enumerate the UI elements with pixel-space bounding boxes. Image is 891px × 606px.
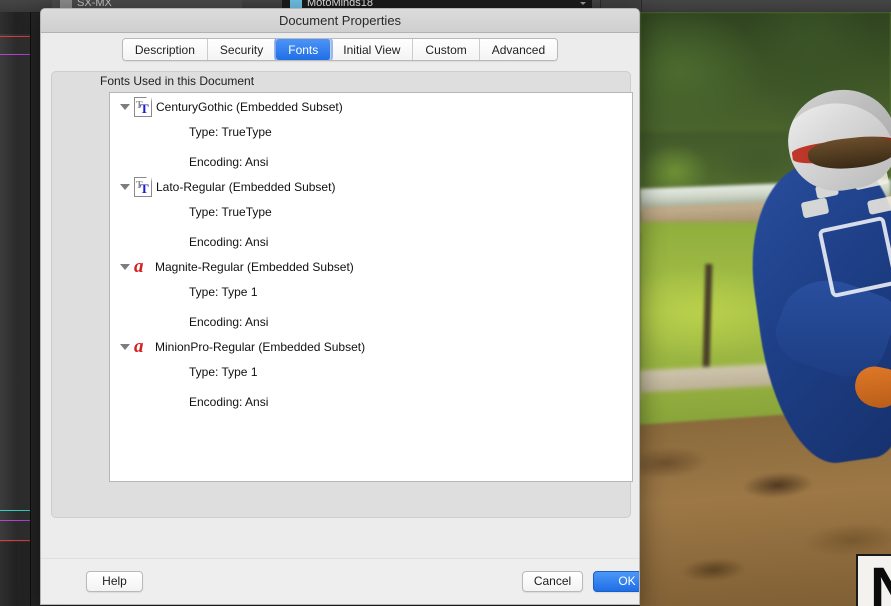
font-encoding: Encoding: Ansi [189,235,269,249]
chevron-down-icon[interactable] [580,2,586,5]
font-encoding: Encoding: Ansi [189,395,269,409]
font-encoding: Encoding: Ansi [189,315,269,329]
tab-fonts[interactable]: Fonts [276,39,332,60]
font-name: Lato-Regular (Embedded Subset) [156,180,336,194]
disclosure-triangle-icon[interactable] [120,344,130,350]
guide-line-cyan [0,510,30,511]
disclosure-triangle-icon[interactable] [120,264,130,270]
dialog-footer: Help Cancel OK [41,558,639,604]
font-entry-header[interactable]: a Magnite-Regular (Embedded Subset) [110,257,632,277]
fonts-section-label: Fonts Used in this Document [100,74,255,88]
disclosure-triangle-icon[interactable] [120,184,130,190]
type1-font-icon: a [134,256,144,277]
help-button[interactable]: Help [86,571,143,592]
type1-font-icon: a [134,336,144,357]
document-page-photo: N [640,12,891,606]
tab-description[interactable]: Description [122,39,208,60]
disclosure-triangle-icon[interactable] [120,104,130,110]
dialog-titlebar: Document Properties [41,9,639,33]
guide-line-magenta [0,520,30,521]
tab-initial-view[interactable]: Initial View [331,39,414,60]
font-type: Type: Type 1 [189,285,258,299]
tab-security[interactable]: Security [207,39,277,60]
font-name: CenturyGothic (Embedded Subset) [156,100,343,114]
truetype-font-icon: TT [134,97,152,117]
guide-line-red [0,36,30,37]
fonts-used-list[interactable]: TT CenturyGothic (Embedded Subset) Type:… [109,92,633,482]
dialog-tabbar: Description Security Fonts Initial View … [41,33,639,66]
page-corner-letter: N [870,560,891,606]
font-entry: TT CenturyGothic (Embedded Subset) Type:… [110,97,632,177]
font-name: Magnite-Regular (Embedded Subset) [155,260,354,274]
tab-advanced[interactable]: Advanced [479,39,558,60]
font-entry: a Magnite-Regular (Embedded Subset) Type… [110,257,632,337]
ok-button[interactable]: OK [593,571,639,592]
guide-line-magenta [0,54,30,55]
tab-group: Description Security Fonts Initial View … [121,38,559,61]
font-type: Type: TrueType [189,125,272,139]
font-entry-header[interactable]: a MinionPro-Regular (Embedded Subset) [110,337,632,357]
font-type: Type: TrueType [189,205,272,219]
font-type: Type: Type 1 [189,365,258,379]
font-entry: TT Lato-Regular (Embedded Subset) Type: … [110,177,632,257]
truetype-font-icon: TT [134,177,152,197]
font-encoding: Encoding: Ansi [189,155,269,169]
cancel-button[interactable]: Cancel [522,571,583,592]
font-entry-header[interactable]: TT CenturyGothic (Embedded Subset) [110,97,632,117]
document-properties-dialog: Document Properties Description Security… [40,8,640,605]
font-name: MinionPro-Regular (Embedded Subset) [155,340,366,354]
font-entry: a MinionPro-Regular (Embedded Subset) Ty… [110,337,632,417]
page-corner-card: N [856,554,891,606]
screen: SX-MX MotoMinds18 Document Properties De… [0,0,891,606]
tab-custom[interactable]: Custom [413,39,480,60]
guide-line-red [0,540,30,541]
document-left-rail [0,12,31,606]
font-entry-header[interactable]: TT Lato-Regular (Embedded Subset) [110,177,632,197]
dialog-title: Document Properties [278,13,402,28]
